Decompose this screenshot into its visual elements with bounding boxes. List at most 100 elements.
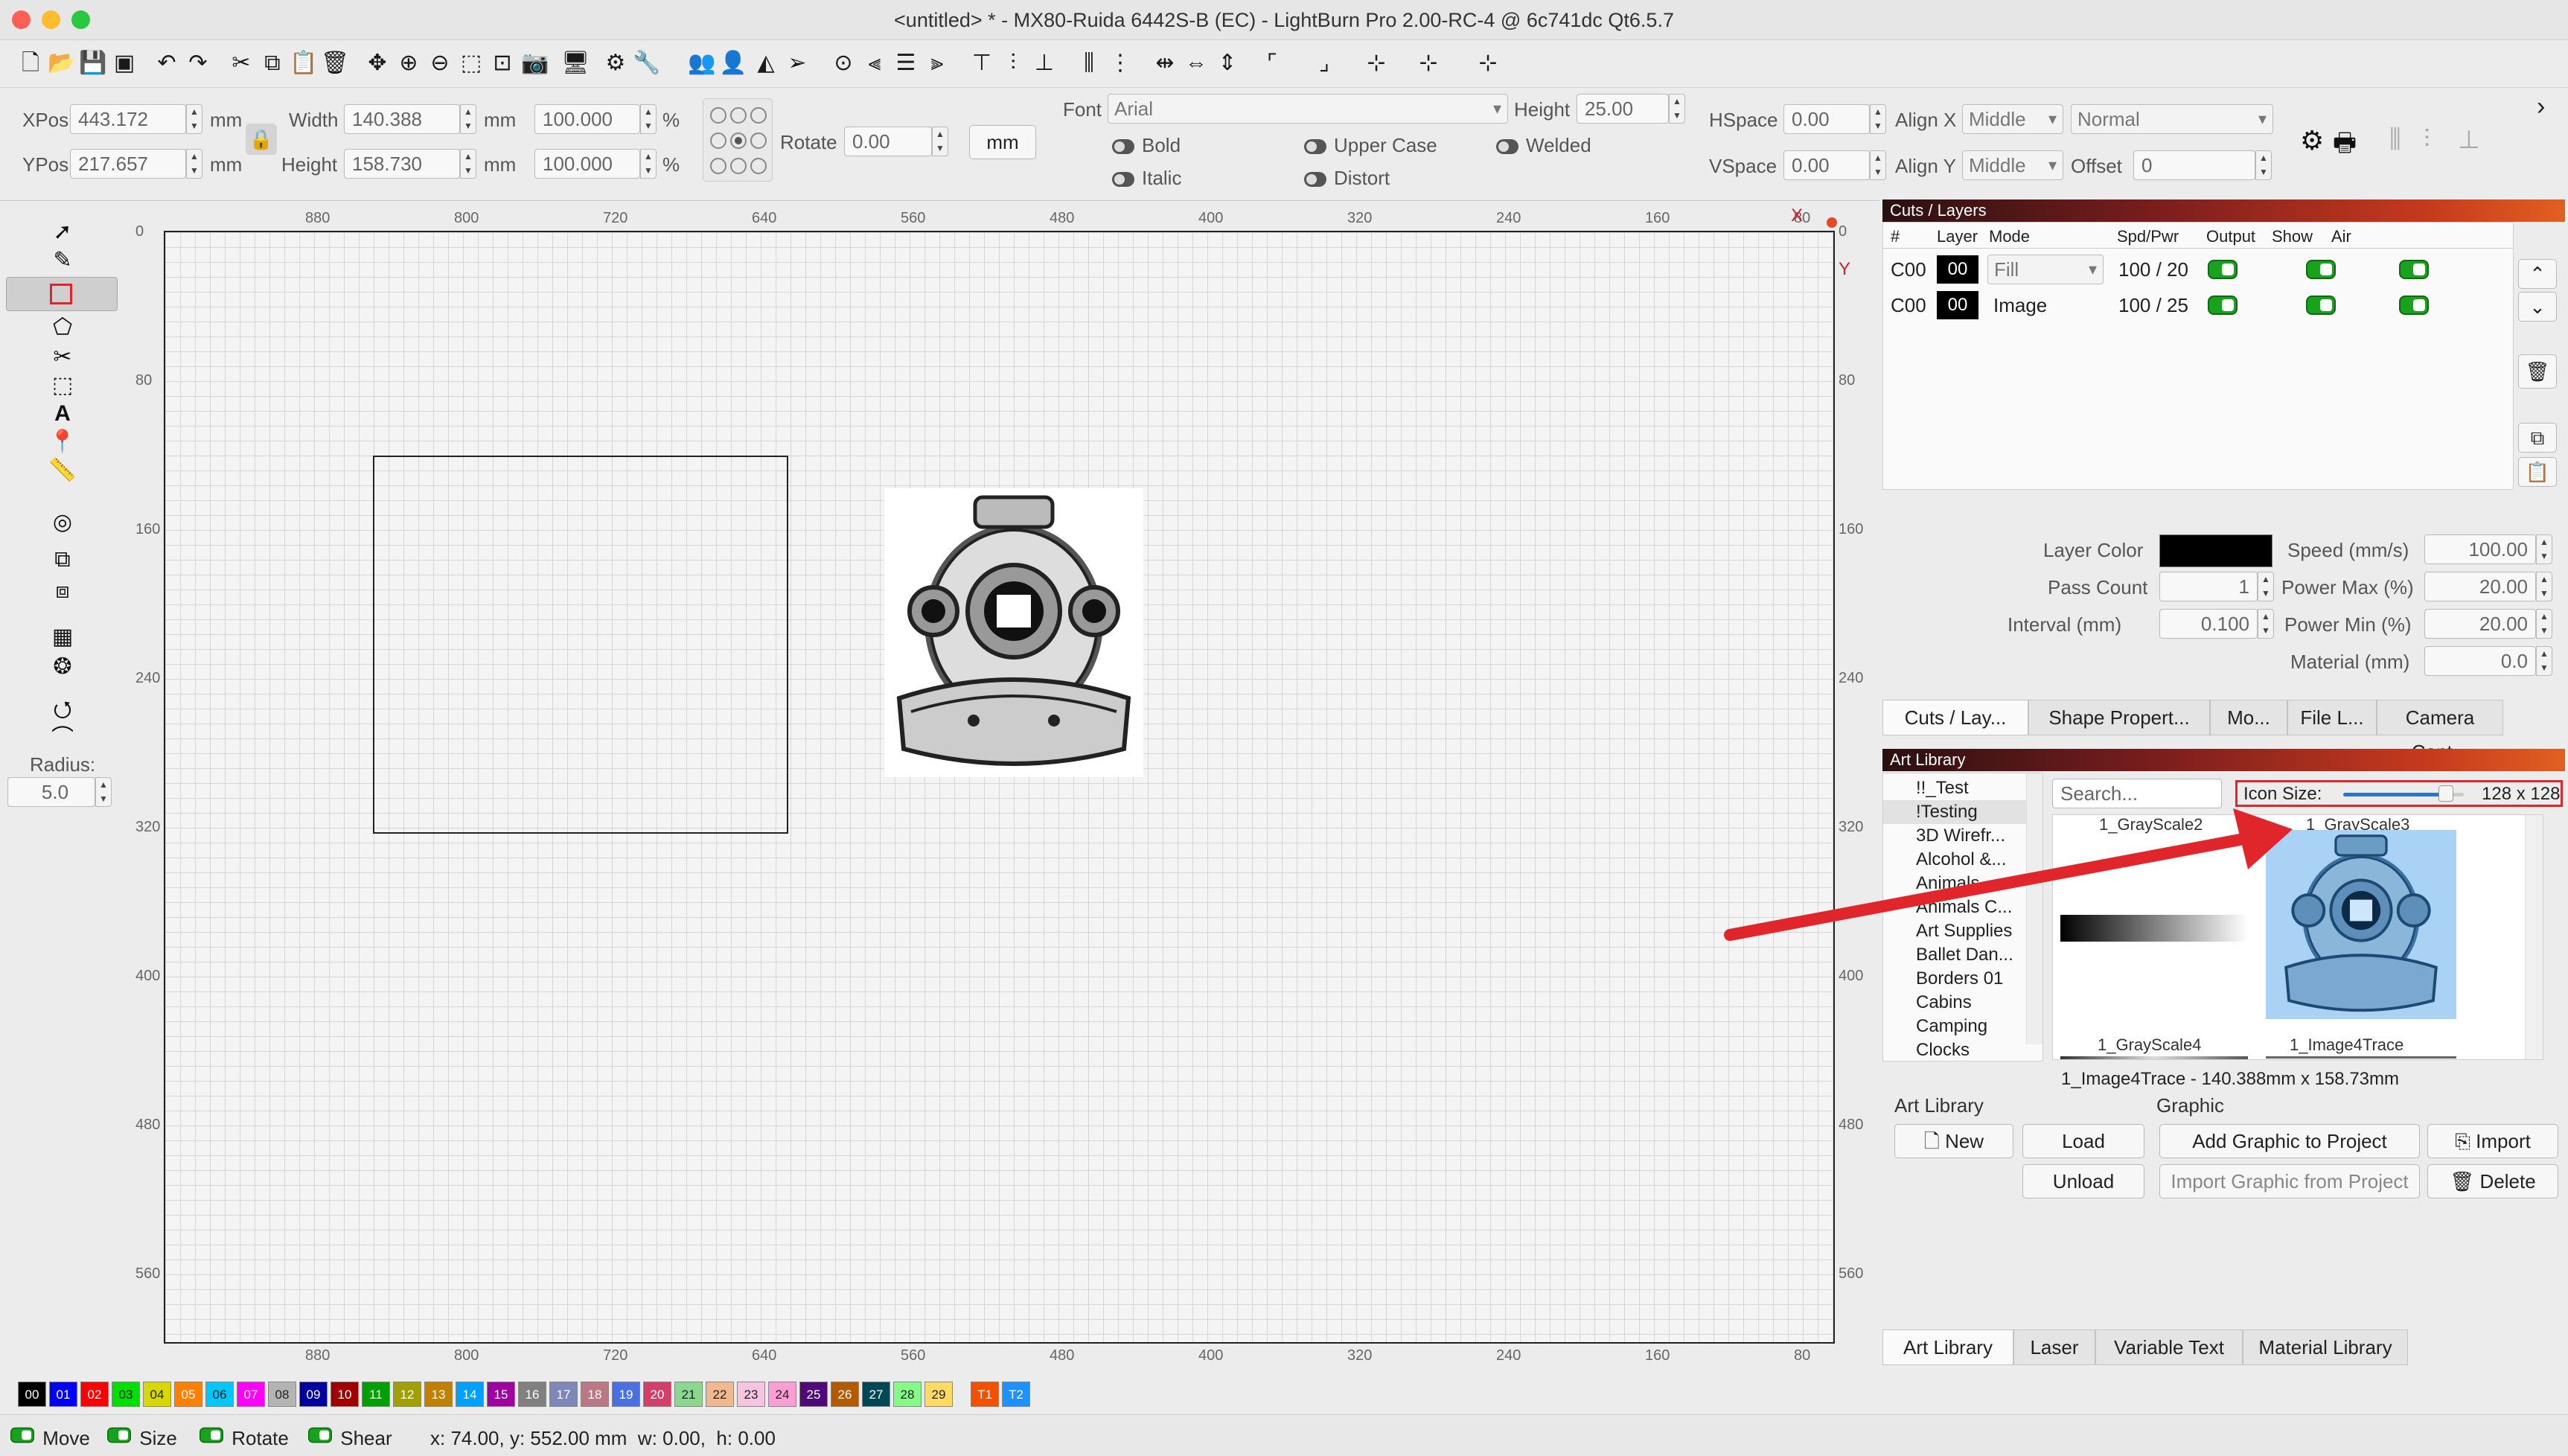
rectangle-shape[interactable]	[373, 456, 788, 834]
material-input[interactable]: 0.0	[2424, 646, 2536, 676]
distribute-h-icon[interactable]: ⫼	[1075, 49, 1103, 77]
output-toggle[interactable]	[2208, 296, 2238, 315]
new-library-button[interactable]: 🗋 New	[1894, 1124, 2013, 1158]
bottom-tab-1[interactable]: Laser	[2013, 1329, 2095, 1365]
pen-icon[interactable]: ✎	[45, 246, 80, 275]
weld-tools-icon[interactable]: ⚙	[2300, 125, 2324, 156]
thumb-scrollbar[interactable]	[2525, 815, 2543, 1059]
copy-icon[interactable]: ⧉	[258, 49, 287, 77]
move-layer-down-icon[interactable]: ⌄	[2518, 292, 2557, 322]
dimension-end-icon[interactable]: ⊹	[1474, 49, 1502, 77]
dock-icon[interactable]: ⊥	[2458, 125, 2480, 155]
xpos-spinner[interactable]: ▲ ▼	[186, 104, 202, 134]
material-spinner[interactable]: ▲ ▼	[2536, 646, 2552, 676]
bottom-tab-0[interactable]: Art Library	[1882, 1329, 2013, 1365]
cut-icon[interactable]: ✂	[227, 49, 255, 77]
grid-array-icon[interactable]: ▦	[45, 622, 80, 652]
distribute-v-icon[interactable]: ⋮	[1106, 49, 1134, 77]
add-graphic-button[interactable]: Add Graphic to Project	[2159, 1124, 2420, 1158]
bottom-tab-2[interactable]: Variable Text	[2095, 1329, 2243, 1365]
move-layer-up-icon[interactable]: ⌃	[2518, 259, 2557, 289]
distort-toggle[interactable]: Distort	[1304, 167, 1390, 190]
zoom-in-icon[interactable]: ⊕	[395, 49, 423, 77]
polygon-icon[interactable]: ⬠	[45, 313, 80, 342]
xpos-input[interactable]: 443.172	[70, 104, 186, 134]
tab-2[interactable]: Mo...	[2210, 700, 2287, 735]
align-center-icon[interactable]: ☰	[892, 49, 920, 77]
palette-swatch[interactable]: 17	[549, 1382, 578, 1407]
origin-circles-icon[interactable]	[703, 99, 773, 182]
mirror-icon[interactable]: ◭	[752, 49, 780, 77]
font-height-spinner[interactable]: ▲ ▼	[1669, 94, 1685, 124]
node-edit-icon[interactable]: ✂	[45, 342, 80, 372]
send-icon[interactable]: ➢	[783, 49, 811, 77]
tools-wrench-icon[interactable]: 🔧	[633, 49, 661, 77]
palette-swatch[interactable]: 04	[143, 1382, 171, 1407]
diving-helmet-image[interactable]	[884, 488, 1143, 777]
speed-input[interactable]: 100.00	[2424, 534, 2536, 564]
palette-swatch[interactable]: 10	[330, 1382, 359, 1407]
text-mode-dropdown[interactable]: Normal	[2071, 104, 2273, 134]
width-percent-input[interactable]: 100.000	[534, 104, 640, 134]
font-height-input[interactable]: 25.00	[1577, 94, 1669, 124]
width-input[interactable]: 140.388	[344, 104, 460, 134]
printer-icon[interactable]: 🖶	[2333, 125, 2357, 167]
mode-label[interactable]: Image	[1993, 294, 2047, 317]
power-min-input[interactable]: 20.00	[2424, 609, 2536, 639]
height-percent-input[interactable]: 100.000	[534, 149, 640, 179]
measure-ruler-icon[interactable]: 📏	[45, 456, 80, 485]
paste-layer-icon[interactable]: 📋	[2518, 457, 2557, 487]
palette-swatch[interactable]: 08	[268, 1382, 296, 1407]
tab-1[interactable]: Shape Propert...	[2028, 700, 2210, 735]
speed-spinner[interactable]: ▲ ▼	[2536, 534, 2552, 564]
palette-swatch[interactable]: 20	[643, 1382, 671, 1407]
power-max-spinner[interactable]: ▲ ▼	[2536, 572, 2552, 601]
pass-count-spinner[interactable]: ▲ ▼	[2258, 572, 2274, 601]
power-max-input[interactable]: 20.00	[2424, 572, 2536, 601]
align-right-icon[interactable]: ⫸	[923, 49, 951, 77]
align-left-icon[interactable]: ⫷	[860, 49, 889, 77]
corner-br-icon[interactable]: ⌟	[1310, 49, 1338, 77]
show-toggle[interactable]	[2306, 260, 2337, 279]
bottom-tab-3[interactable]: Material Library	[2243, 1329, 2408, 1365]
palette-swatch[interactable]: 19	[612, 1382, 640, 1407]
save-as-icon[interactable]: ▣	[110, 49, 138, 77]
flip-icon[interactable]: ⫶	[2424, 125, 2430, 154]
paste-icon[interactable]: 📋	[290, 49, 318, 77]
welded-toggle[interactable]: Welded	[1496, 134, 1591, 157]
palette-swatch[interactable]: T2	[1002, 1382, 1030, 1407]
palette-swatch[interactable]: 24	[768, 1382, 796, 1407]
folder-item[interactable]: Borders 01	[1883, 967, 2028, 991]
wolf-thumbnail[interactable]	[2060, 1056, 2248, 1059]
palette-swatch[interactable]: 11	[362, 1382, 390, 1407]
distribute-icon[interactable]: ⫼	[2389, 125, 2401, 154]
pass-count-input[interactable]: 1	[2159, 572, 2258, 601]
import-from-project-button[interactable]: Import Graphic from Project	[2159, 1164, 2420, 1198]
height-spinner[interactable]: ▲ ▼	[460, 149, 476, 179]
vspace-input[interactable]: 0.00	[1783, 150, 1870, 180]
rotate-spinner[interactable]: ▲ ▼	[932, 127, 948, 156]
position-pin-icon[interactable]: 📍	[45, 427, 80, 457]
tab-3[interactable]: File L...	[2287, 700, 2377, 735]
zoom-fit-icon[interactable]: ⬚	[457, 49, 485, 77]
palette-swatch[interactable]: 00	[18, 1382, 46, 1407]
output-toggle[interactable]	[2208, 260, 2238, 279]
height-input[interactable]: 158.730	[344, 149, 460, 179]
folder-item[interactable]: Clocks	[1883, 1038, 2028, 1061]
icon-size-slider-thumb[interactable]	[2438, 785, 2453, 802]
palette-swatch[interactable]: 01	[49, 1382, 77, 1407]
circular-array-icon[interactable]: ❂	[45, 652, 80, 682]
settings-gear-icon[interactable]: ⚙	[601, 49, 630, 77]
corner-icon[interactable]: ⌒	[45, 724, 80, 753]
dimension-cross-icon[interactable]: ⊹	[1414, 49, 1443, 77]
zoom-out-icon[interactable]: ⊖	[426, 49, 454, 77]
frame-icon[interactable]: ⬚	[45, 371, 80, 400]
shear-mode-toggle[interactable]: Shear	[305, 1425, 392, 1450]
palette-swatch[interactable]: 23	[737, 1382, 765, 1407]
hspace-spinner[interactable]: ▲ ▼	[1870, 104, 1886, 134]
tab-0[interactable]: Cuts / Lay...	[1882, 700, 2028, 735]
tab-4[interactable]: Camera Cont...	[2377, 700, 2503, 763]
load-library-button[interactable]: Load	[2022, 1124, 2144, 1158]
folder-item[interactable]: Cabins	[1883, 991, 2028, 1015]
palette-swatch[interactable]: 12	[393, 1382, 421, 1407]
